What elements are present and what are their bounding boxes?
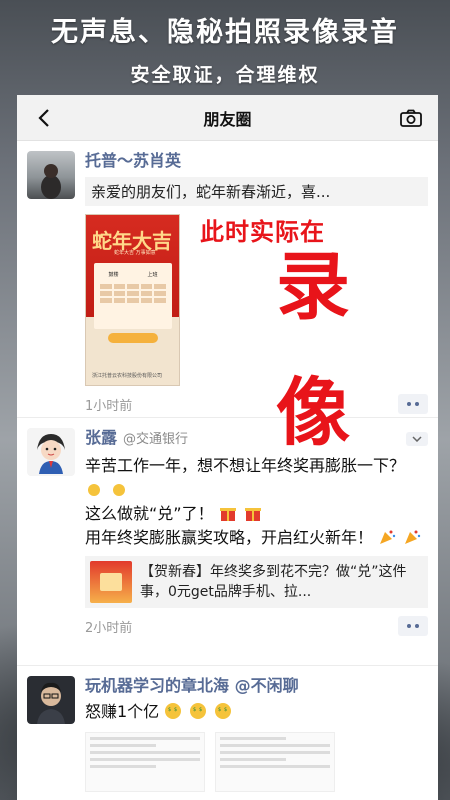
avatar[interactable]	[27, 428, 75, 476]
navbar: 朋友圈	[17, 95, 438, 141]
org-tag[interactable]: @交通银行	[123, 432, 188, 447]
post-author[interactable]: 玩机器学习的章北海 @不闲聊	[85, 676, 428, 696]
phone-screen: 朋友圈 托普～苏肖英 亲爱的朋友们，蛇年新春渐近，喜... 蛇年大吉 蛇年大吉 …	[17, 95, 438, 800]
page-title: 朋友圈	[203, 109, 252, 129]
chevron-down-icon[interactable]	[406, 432, 428, 446]
svg-text:$: $	[218, 707, 221, 713]
moment-post: 张露 @交通银行 辛苦工作一年，想不想让年终奖再膨胀一下？ 这么做就“兑”了！ 用…	[17, 418, 438, 666]
post-time: 1小时前	[85, 398, 133, 414]
svg-text:$: $	[199, 707, 202, 713]
overlay-big-char-2: 像	[276, 370, 350, 456]
svg-text:$: $	[174, 707, 177, 713]
post-line: 用年终奖膨胀赢奖攻略，开启红火新年！	[85, 526, 428, 550]
post-images	[85, 732, 428, 792]
moment-post: 托普～苏肖英 亲爱的朋友们，蛇年新春渐近，喜... 蛇年大吉 蛇年大吉 万事如意…	[17, 141, 438, 418]
party-popper-emoji-icon	[380, 530, 396, 544]
clap-emoji-icon	[88, 484, 100, 496]
money-face-emoji-icon: $ $	[215, 703, 232, 719]
promo-headline: 无声息、隐秘拍照录像录音	[51, 17, 399, 48]
party-popper-emoji-icon	[405, 530, 421, 544]
share-thumbnail	[90, 561, 132, 603]
post-line: 这么做就“兑”了！	[85, 502, 428, 526]
poster-label-right: 上班	[147, 272, 158, 278]
post-image[interactable]: 蛇年大吉 蛇年大吉 万事如意 鼓楼 上班 浙江托普云农科技股份有限公司	[85, 214, 180, 386]
share-title: 【贺新春】年终奖多到花不完？做“兑”这件事，0元get品牌手机、拉...	[140, 564, 407, 600]
poster-footer: 浙江托普云农科技股份有限公司	[92, 373, 163, 379]
camera-icon[interactable]	[398, 105, 424, 131]
post-meta: 1小时前	[85, 394, 428, 414]
post-text[interactable]: 亲爱的朋友们，蛇年新春渐近，喜...	[85, 177, 428, 206]
post-image[interactable]	[215, 732, 335, 792]
svg-text:$: $	[224, 707, 227, 713]
post-text[interactable]: 辛苦工作一年，想不想让年终奖再膨胀一下？ 这么做就“兑”了！ 用年终奖膨胀赢奖攻…	[85, 454, 428, 550]
post-author[interactable]: 张露 @交通银行	[85, 428, 428, 450]
post-meta: 2小时前	[85, 616, 428, 636]
more-options-button[interactable]	[398, 616, 428, 636]
post-image[interactable]	[85, 732, 205, 792]
more-options-button[interactable]	[398, 394, 428, 414]
poster-label-left: 鼓楼	[108, 272, 119, 278]
moment-post: 玩机器学习的章北海 @不闲聊 怒赚1个亿 $ $ $ $ $ $	[17, 666, 438, 800]
overlay-big-char-1: 录	[276, 244, 350, 330]
poster-button	[108, 333, 158, 343]
money-face-emoji-icon: $ $	[165, 703, 182, 719]
gift-emoji-icon	[219, 508, 236, 521]
gift-emoji-icon	[244, 508, 261, 521]
avatar[interactable]	[27, 151, 75, 199]
poster-subtitle: 蛇年大吉 万事如意	[114, 250, 156, 256]
svg-text:$: $	[168, 707, 171, 713]
back-arrow-icon[interactable]	[31, 105, 57, 131]
svg-text:$: $	[193, 707, 196, 713]
author-name[interactable]: 张露	[85, 428, 117, 447]
clap-emoji-icon	[113, 484, 126, 496]
avatar[interactable]	[27, 676, 75, 724]
poster-card: 鼓楼 上班	[94, 263, 172, 329]
post-time: 2小时前	[85, 620, 133, 636]
post-line: 辛苦工作一年，想不想让年终奖再膨胀一下？	[85, 454, 428, 502]
shared-link-card[interactable]: 【贺新春】年终奖多到花不完？做“兑”这件事，0元get品牌手机、拉...	[85, 556, 428, 608]
money-face-emoji-icon: $ $	[190, 703, 207, 719]
promo-subline: 安全取证，合理维权	[130, 64, 320, 86]
post-author[interactable]: 托普～苏肖英	[85, 151, 428, 171]
post-text[interactable]: 怒赚1个亿 $ $ $ $ $ $	[85, 700, 428, 724]
